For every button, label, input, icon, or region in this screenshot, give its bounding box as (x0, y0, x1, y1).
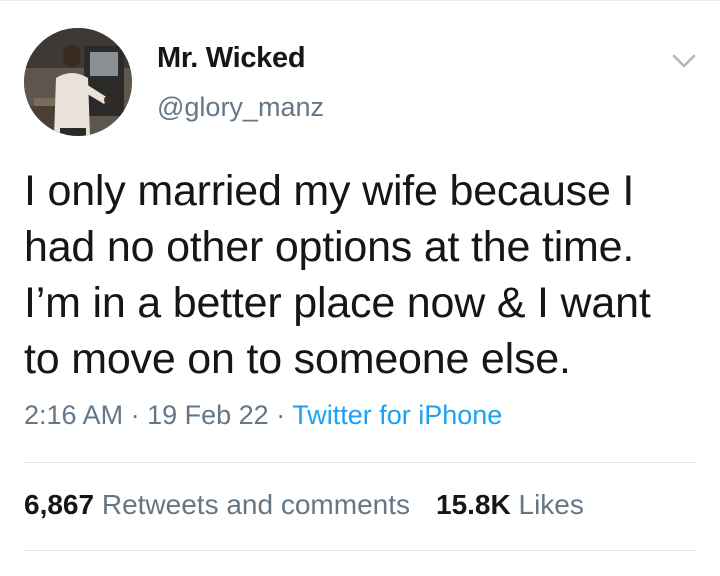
divider (24, 462, 696, 463)
retweets-stat[interactable]: 6,867 Retweets and comments (24, 489, 410, 520)
tweet-text-line: had no other options at the time. (24, 223, 635, 271)
user-handle[interactable]: @glory_manz (157, 92, 324, 123)
tweet-text: I only married my wife because I had no … (24, 163, 704, 387)
divider (24, 550, 696, 551)
retweets-count: 6,867 (24, 489, 95, 520)
avatar-photo (24, 28, 132, 136)
tweet-text-line: to move on to someone else. (24, 335, 571, 383)
likes-stat[interactable]: 15.8K Likes (436, 489, 584, 520)
tweet-date[interactable]: 19 Feb 22 (147, 400, 269, 430)
retweets-label: Retweets and comments (101, 489, 410, 520)
display-name[interactable]: Mr. Wicked (157, 42, 306, 75)
separator-dot: · (130, 400, 140, 430)
tweet-text-line: I’m in a better place now & I want (24, 279, 651, 327)
engagement-stats: 6,867 Retweets and comments 15.8K Likes (24, 489, 584, 521)
likes-count: 15.8K (436, 489, 511, 520)
likes-label: Likes (518, 489, 584, 520)
tweet-source-link[interactable]: Twitter for iPhone (292, 400, 502, 430)
avatar[interactable] (24, 28, 132, 136)
top-divider (0, 0, 720, 1)
separator-dot: · (276, 400, 286, 430)
tweet-menu-button[interactable] (664, 46, 704, 76)
tweet-text-line: I only married my wife because I (24, 167, 635, 215)
tweet-metadata: 2:16 AM · 19 Feb 22 · Twitter for iPhone (24, 400, 502, 431)
chevron-down-icon (672, 54, 696, 68)
tweet-time[interactable]: 2:16 AM (24, 400, 123, 430)
